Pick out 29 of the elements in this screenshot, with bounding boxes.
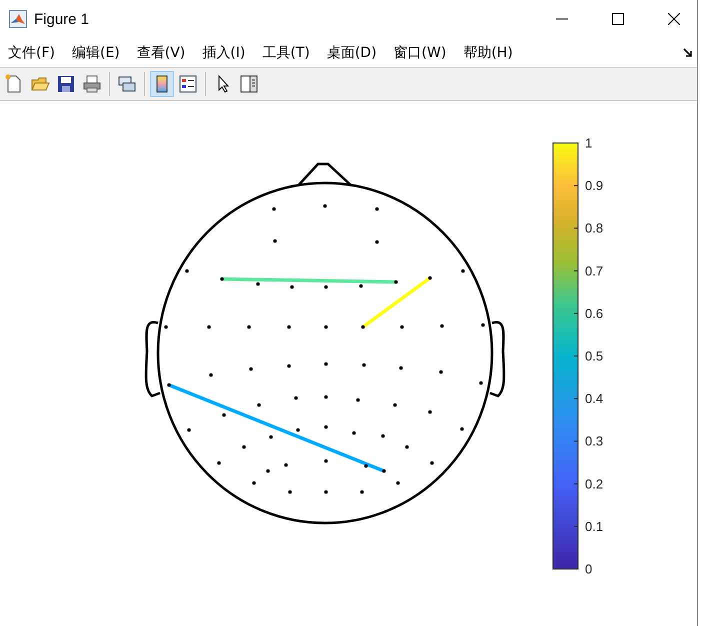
colorbar-tick-label: 0.2 [585,476,604,492]
menu-item[interactable]: 工具(T) [256,42,316,64]
menu-item[interactable]: 窗口(W) [388,42,452,64]
colorbar-tick-label: 0.4 [585,391,604,406]
menu-item[interactable]: 查看(V) [130,42,192,64]
close-icon [668,13,680,25]
colorbar-tick-label: 0.6 [585,306,604,321]
colorbar-tick-label: 0.9 [585,178,604,194]
colorbar-tick-label: 0 [585,562,592,576]
colorbar-tick-label: 0.1 [585,518,604,534]
colorbar-tick-label: 0.8 [585,220,604,236]
panel-icon [239,74,259,94]
dock-arrow-icon[interactable] [683,48,693,58]
colorbar-tick-label: 0.5 [585,348,604,364]
legend-icon [178,74,198,94]
menu-item[interactable]: 文件(F) [2,42,61,64]
menu-item[interactable]: 帮助(H) [457,42,519,64]
printer-icon [82,74,102,94]
colorbar-tick-label: 1 [585,136,592,150]
colorbar-tick-label: 0.7 [585,263,604,278]
app-logo-icon [9,10,27,28]
menu-item[interactable]: 编辑(E) [66,42,126,64]
menu-item[interactable]: 桌面(D) [320,42,383,64]
menu-item[interactable]: 插入(I) [196,42,252,64]
maximize-icon [612,13,624,25]
window-title: Figure 1 [34,10,90,28]
colorbar-button[interactable] [150,71,174,97]
linked-windows-icon [117,74,137,94]
colorbar-tick-label: 0.3 [585,434,604,449]
